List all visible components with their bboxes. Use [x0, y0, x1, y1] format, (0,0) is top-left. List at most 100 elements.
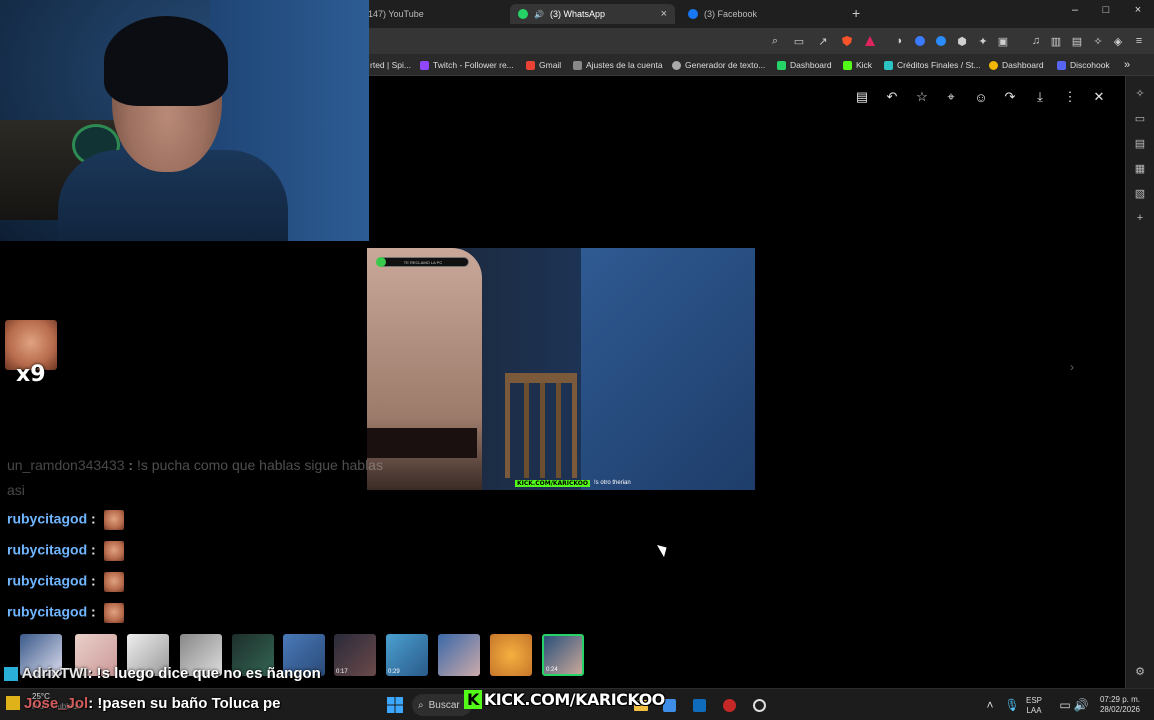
media-thumbnail[interactable] [490, 634, 532, 676]
search-icon: ⌕ [418, 699, 424, 711]
pin-icon[interactable]: ⌖ [942, 89, 960, 105]
download-icon[interactable]: ⤓ [1031, 89, 1049, 105]
media-video[interactable]: TE RECLAMO LA PC KICK.COM/KARICKOO !s ot… [299, 248, 824, 490]
bookmarks-more-button[interactable]: » [1124, 58, 1130, 72]
tab-whatsapp[interactable]: 🔊 (3) WhatsApp × [510, 4, 675, 24]
microphone-icon[interactable]: 🎙 [1003, 696, 1021, 714]
sidebar-settings-icon[interactable]: ⚙ [1133, 664, 1147, 678]
bookmark-label: rted | Spi... [370, 60, 411, 70]
bookmark-item[interactable]: Discohook [1057, 58, 1110, 72]
extension-blue-icon[interactable] [912, 33, 928, 49]
reading-list-icon[interactable]: ▧ [1133, 186, 1147, 200]
close-tab-icon[interactable]: × [661, 8, 667, 20]
next-media-icon[interactable]: › [1070, 360, 1074, 374]
extensions-puzzle-icon[interactable]: ✦ [975, 33, 991, 49]
bookmark-item[interactable]: Kick [843, 58, 872, 72]
app-red-icon[interactable] [720, 696, 738, 714]
bookmarks-sidebar-icon[interactable]: ▦ [1133, 161, 1147, 175]
leo-sidebar-icon[interactable]: ✧ [1133, 86, 1147, 100]
close-viewer-icon[interactable]: ✕ [1090, 89, 1108, 105]
emote-multiplier: x9 [16, 362, 46, 387]
chat-text: : !pasen su baño Toluca pe [88, 695, 281, 712]
chat-separator: : [124, 457, 137, 473]
mouse-cursor-icon [657, 541, 671, 558]
bookmark-item[interactable]: rted | Spi... [370, 58, 411, 72]
media-thumbnail[interactable]: 0:17 [334, 634, 376, 676]
outlook-icon[interactable] [690, 696, 708, 714]
wallet-sidebar-icon[interactable]: ▤ [1133, 136, 1147, 150]
kick-logo-icon: K [464, 689, 482, 709]
video-kick-watermark: KICK.COM/KARICKOO !s otro therian [515, 478, 631, 488]
star-icon[interactable]: ☆ [913, 89, 931, 105]
menu-icon[interactable]: ≡ [1131, 33, 1147, 49]
bookmark-item[interactable]: Generador de texto... [672, 58, 765, 72]
wallet-icon[interactable]: ▤ [1069, 33, 1085, 49]
tab-label: (3) WhatsApp [549, 9, 605, 19]
video-caption: !s otro therian [594, 480, 631, 486]
discohook-icon [1057, 60, 1066, 70]
twitch-icon [420, 60, 429, 70]
video-sidebar-icon[interactable]: ▭ [1133, 111, 1147, 125]
chat-message: asi [7, 482, 25, 498]
tab-facebook[interactable]: (3) Facebook [680, 4, 765, 24]
maximize-button[interactable]: □ [1096, 4, 1116, 22]
new-tab-button[interactable]: + [852, 5, 860, 21]
bookmark-label: Kick [856, 60, 873, 70]
media-thumbnail-selected[interactable]: 0:24 [542, 634, 584, 676]
bookmark-label: Twitch - Follower re... [433, 60, 514, 70]
media-thumbnail[interactable] [438, 634, 480, 676]
extension-audio-icon[interactable]: ◗ [892, 33, 908, 49]
chat-username: un_ramdon343433 [7, 457, 125, 473]
cast-icon[interactable]: ▭ [791, 33, 807, 49]
volume-icon[interactable]: 🔊 [1072, 696, 1090, 714]
bookmark-item[interactable]: Dashboard [989, 58, 1044, 72]
windows-start-icon[interactable] [386, 696, 404, 714]
clock[interactable]: 07:29 p. m. 28/02/2026 [1095, 695, 1145, 715]
language-indicator[interactable]: ESP LAA [1026, 696, 1042, 716]
media-icon[interactable]: ♫ [1028, 33, 1044, 49]
tab-label: (3) Facebook [704, 9, 758, 19]
video-duration: 0:29 [388, 669, 400, 675]
leo-ai-icon[interactable]: ✧ [1090, 33, 1106, 49]
bookmark-item[interactable]: Gmail [526, 58, 561, 72]
tray-chevron-icon[interactable]: ˄ [981, 696, 999, 714]
brave-shield-icon[interactable] [839, 33, 855, 49]
brave-rewards-icon[interactable] [862, 33, 878, 49]
reply-icon[interactable]: ↶ [883, 89, 901, 105]
chat-emote [103, 572, 124, 592]
bookmark-item[interactable]: Ajustes de la cuenta [573, 58, 663, 72]
language-code: ESP [1026, 696, 1043, 705]
sidebar-toggle-icon[interactable]: ▥ [1048, 33, 1064, 49]
chat-emote [103, 510, 124, 530]
taskbar-search[interactable]: ⌕ Buscar [412, 694, 472, 716]
keyboard-layout: LAA [1026, 706, 1042, 715]
chat-message: rubycitagod : [7, 603, 124, 623]
extension-cube-icon[interactable]: ⬢ [954, 33, 970, 49]
tab-youtube[interactable]: 147) YouTube [360, 4, 432, 24]
bookmark-item[interactable]: Créditos Finales / St... [884, 58, 981, 72]
share-icon[interactable]: ↗ [815, 33, 831, 49]
caption-icon[interactable]: ▤ [853, 89, 871, 105]
zoom-icon[interactable]: ⌕ [767, 33, 783, 49]
bookmark-item[interactable]: Twitch - Follower re... [420, 58, 514, 72]
extension-s-icon[interactable] [933, 33, 949, 49]
add-sidebar-icon[interactable]: + [1133, 211, 1147, 225]
extension-box-icon[interactable]: ▣ [995, 33, 1011, 49]
media-thumbnail[interactable]: 0:29 [386, 634, 428, 676]
chat-username: Jose_Jol [24, 695, 89, 712]
bookmark-label: Discohook [1070, 60, 1110, 70]
bookmark-item[interactable]: Dashboard [777, 58, 832, 72]
more-options-icon[interactable]: ⋮ [1061, 89, 1079, 105]
gmail-icon [526, 60, 535, 70]
chat-message: Jose_Jol: !pasen su baño Toluca pe [24, 695, 280, 712]
chair-slat [524, 383, 529, 478]
video-shorts [367, 428, 477, 458]
forward-icon[interactable]: ↷ [1001, 89, 1019, 105]
emoji-icon[interactable]: ☺ [972, 89, 990, 105]
minimize-button[interactable]: – [1065, 4, 1085, 22]
close-window-button[interactable]: × [1128, 4, 1148, 22]
vpn-icon[interactable]: ◈ [1110, 33, 1126, 49]
obs-icon[interactable] [750, 696, 768, 714]
chat-separator: : [87, 541, 100, 558]
chat-username: AdrixTWI [21, 665, 88, 682]
